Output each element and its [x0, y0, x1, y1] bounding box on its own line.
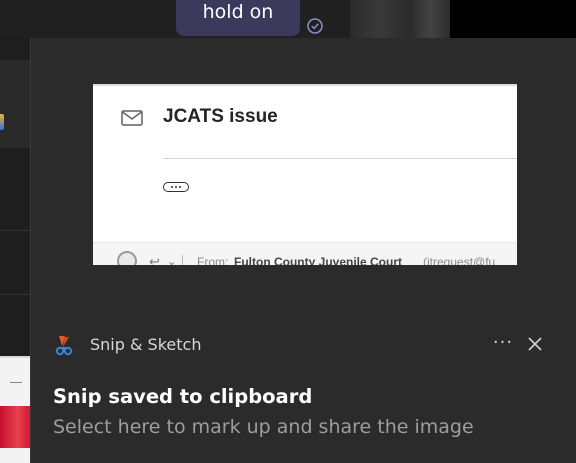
toast-notification[interactable]: JCATS issue ↩ ⌄ From: Fulton County Juve…: [30, 38, 576, 463]
background-card: [0, 60, 30, 148]
separator: [182, 255, 183, 265]
from-email: (itrequest@fu: [423, 255, 496, 265]
background-red-banner: [0, 406, 30, 448]
email-reply-row: ↩ ⌄ From: Fulton County Juvenile Court (…: [93, 242, 517, 265]
check-circle-icon: [307, 18, 323, 34]
background-window-bar: [0, 356, 30, 358]
background-chat-image: [350, 0, 450, 38]
from-name: Fulton County Juvenile Court: [234, 255, 402, 265]
more-options-button[interactable]: ···: [489, 330, 517, 358]
snip-preview-image[interactable]: JCATS issue ↩ ⌄ From: Fulton County Juve…: [93, 84, 517, 265]
snip-sketch-icon: [55, 336, 73, 356]
mail-icon: [121, 110, 143, 126]
chat-bubble: hold on: [176, 0, 300, 36]
background-divider: [0, 230, 30, 231]
toast-body: Select here to mark up and share the ima…: [53, 416, 474, 438]
background-left-pane: [0, 38, 30, 463]
more-content-icon: [163, 182, 189, 192]
avatar: [117, 251, 137, 265]
chevron-down-icon: ⌄: [167, 255, 177, 265]
preview-divider: [163, 158, 517, 159]
background-app-accent: [0, 114, 4, 130]
app-name: Snip & Sketch: [90, 335, 202, 354]
reply-icon: ↩: [149, 255, 160, 265]
background-window: [0, 356, 30, 463]
background-dark-panel: [450, 0, 576, 38]
background-divider: [0, 294, 30, 295]
minimize-glyph: [10, 382, 22, 383]
close-icon[interactable]: [521, 330, 549, 358]
toast-title: Snip saved to clipboard: [53, 385, 313, 408]
toast-header: Snip & Sketch ···: [53, 332, 553, 358]
email-subject: JCATS issue: [163, 106, 278, 127]
from-label: From:: [197, 255, 229, 265]
